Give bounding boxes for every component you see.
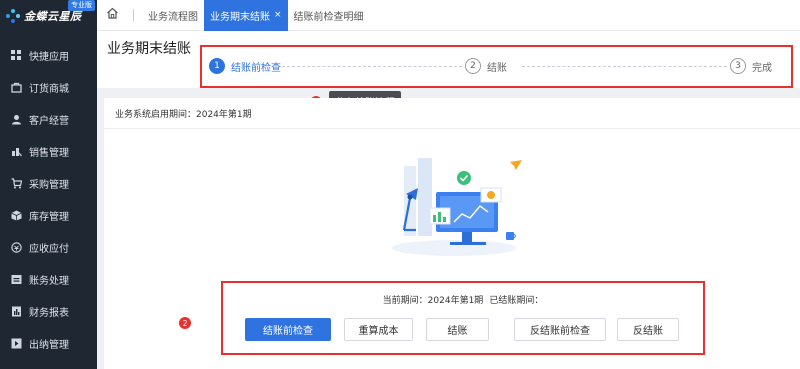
ledger-icon xyxy=(10,273,22,285)
sidebar-item-cashier[interactable]: 出纳管理 xyxy=(0,327,97,359)
actions-highlight: 当前期间：2024年第1期 已结账期间： 结账前检查 重算成本 结账 反结账前检查… xyxy=(221,281,705,355)
sidebar-item-inventory[interactable]: 库存管理 xyxy=(0,199,97,231)
logo-mark-icon xyxy=(6,9,20,23)
sidebar-item-label: 财务报表 xyxy=(29,307,69,319)
step-number: 2 xyxy=(465,58,481,74)
main-content: 业务期末结账 1 结账前检查 2 结账 3 完成 1 业务结账流程 业务系统启用… xyxy=(97,31,800,369)
current-period-text: 当前期间：2024年第1期 xyxy=(382,296,484,306)
step-number: 3 xyxy=(730,58,746,74)
home-icon xyxy=(106,7,119,23)
sidebar-item-receivable[interactable]: 应收应付 xyxy=(0,231,97,263)
tab-divider xyxy=(133,9,134,21)
step-precheck: 1 结账前检查 xyxy=(209,58,281,74)
sidebar-item-label: 账务处理 xyxy=(29,275,69,287)
sidebar-item-accounting[interactable]: 账务处理 xyxy=(0,263,97,295)
step-complete: 3 完成 xyxy=(730,58,772,74)
tab-label: 结账前检查明细 xyxy=(293,11,364,23)
sidebar-item-label: 应收应付 xyxy=(29,243,69,255)
closed-period-text: 已结账期间： xyxy=(489,296,544,306)
step-connector xyxy=(282,66,462,67)
annotation-marker-2: 2 xyxy=(179,317,191,329)
sidebar-item-label: 客户经营 xyxy=(29,115,69,127)
sidebar-item-label: 出纳管理 xyxy=(29,339,69,351)
close-icon[interactable]: × xyxy=(274,10,282,20)
sidebar-item-label: 采购管理 xyxy=(29,179,69,191)
step-close: 2 结账 xyxy=(465,58,507,74)
sidebar-item-sales[interactable]: 销售管理 xyxy=(0,135,97,167)
recalculate-cost-button[interactable]: 重算成本 xyxy=(344,318,413,341)
reverse-precheck-button[interactable]: 反结账前检查 xyxy=(514,318,606,341)
step-number: 1 xyxy=(209,58,225,74)
sidebar: 金蝶云星辰 专业版 快捷应用 订货商城 客户经营 销售管理 采购管理 库存管理 … xyxy=(0,0,97,369)
sidebar-item-quick-apps[interactable]: 快捷应用 xyxy=(0,39,97,71)
sales-icon xyxy=(10,145,22,157)
cart-icon xyxy=(10,177,22,189)
close-period-button[interactable]: 结账 xyxy=(426,318,489,341)
logo: 金蝶云星辰 专业版 xyxy=(0,0,97,32)
step-label: 结账前检查 xyxy=(231,62,281,74)
sidebar-item-label: 订货商城 xyxy=(29,83,69,95)
box-icon xyxy=(10,209,22,221)
sidebar-item-customer[interactable]: 客户经营 xyxy=(0,103,97,135)
cashier-icon xyxy=(10,337,22,349)
sidebar-item-label: 销售管理 xyxy=(29,147,69,159)
start-period-row: 业务系统启用期间：2024年第1期 xyxy=(104,98,800,129)
edition-badge: 专业版 xyxy=(68,0,95,11)
sidebar-item-order-mall[interactable]: 订货商城 xyxy=(0,71,97,103)
tab-precheck-details[interactable]: 结账前检查明细 xyxy=(288,0,370,31)
tab-business-flow[interactable]: 业务流程图 xyxy=(142,0,204,31)
precheck-button[interactable]: 结账前检查 xyxy=(245,318,331,341)
grid-icon xyxy=(10,49,22,61)
step-connector xyxy=(522,66,727,67)
page-title: 业务期末结账 xyxy=(107,41,191,57)
report-icon xyxy=(10,305,22,317)
content-panel: 业务系统启用期间：2024年第1期 2 当前期间：2024年第1期 已结账期间：… xyxy=(104,98,800,369)
sidebar-item-label: 快捷应用 xyxy=(29,51,69,63)
sidebar-item-financial-reports[interactable]: 财务报表 xyxy=(0,295,97,327)
reverse-close-button[interactable]: 反结账 xyxy=(617,318,679,341)
steps-highlight: 1 结账前检查 2 结账 3 完成 xyxy=(200,45,793,88)
customer-icon xyxy=(10,113,22,125)
period-info: 当前期间：2024年第1期 已结账期间： xyxy=(223,293,703,306)
step-label: 结账 xyxy=(487,62,507,74)
tab-label: 业务流程图 xyxy=(148,11,198,23)
accounting-illustration xyxy=(382,158,532,258)
header-panel: 业务期末结账 1 结账前检查 2 结账 3 完成 xyxy=(97,31,800,88)
receivable-icon xyxy=(10,241,22,253)
start-period-text: 业务系统启用期间：2024年第1期 xyxy=(115,109,252,120)
tab-period-end-close[interactable]: 业务期末结账 × xyxy=(204,0,288,31)
sidebar-item-purchase[interactable]: 采购管理 xyxy=(0,167,97,199)
home-tab[interactable] xyxy=(97,0,127,31)
sidebar-item-label: 库存管理 xyxy=(29,211,69,223)
tab-bar: 业务流程图 业务期末结账 × 结账前检查明细 xyxy=(97,0,800,31)
bag-icon xyxy=(10,81,22,93)
tab-label: 业务期末结账 xyxy=(210,11,270,23)
step-label: 完成 xyxy=(752,62,772,74)
